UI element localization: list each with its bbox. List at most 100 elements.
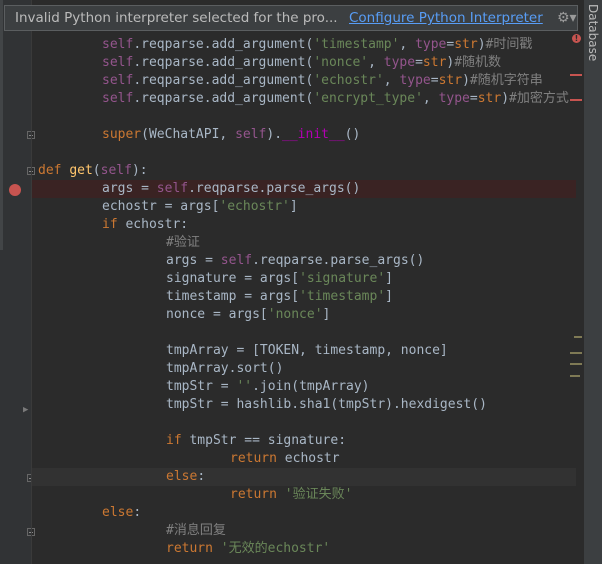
error-mark[interactable] xyxy=(570,99,582,101)
code-token: return xyxy=(166,541,221,556)
code-line[interactable]: tmpStr = ''.join(tmpArray) xyxy=(32,378,576,396)
error-mark[interactable] xyxy=(570,74,582,76)
code-token: type xyxy=(383,55,416,70)
code-token: 'timestamp' xyxy=(299,289,386,304)
interpreter-warning-banner: Invalid Python interpreter selected for … xyxy=(4,5,578,31)
code-token: self xyxy=(156,181,189,196)
code-line[interactable]: self.reqparse.add_argument('encrypt_type… xyxy=(32,90,576,108)
code-line[interactable]: nonce = args['nonce'] xyxy=(32,306,576,324)
code-token: 'nonce' xyxy=(267,307,323,322)
breakpoint-icon[interactable] xyxy=(9,184,21,196)
warning-mark[interactable] xyxy=(570,352,582,354)
code-token: 'echostr' xyxy=(219,199,290,214)
code-token: : xyxy=(197,469,206,484)
code-editor[interactable]: self.reqparse.add_argument('timestamp', … xyxy=(32,0,576,564)
code-line[interactable]: echostr = args['echostr'] xyxy=(32,198,576,216)
code-token: self xyxy=(102,91,134,106)
code-token: 'nonce' xyxy=(313,55,369,70)
code-token: ): xyxy=(131,163,148,178)
code-token: get xyxy=(69,163,93,178)
code-token: return xyxy=(230,451,285,466)
code-token: : xyxy=(133,505,142,520)
code-line[interactable]: signature = args['signature'] xyxy=(32,270,576,288)
code-line[interactable]: return '无效的echostr' xyxy=(32,540,576,558)
editor-window: ▶ self.reqparse.add_argument('timestamp'… xyxy=(0,0,602,564)
code-line[interactable]: #消息回复 xyxy=(32,522,576,540)
code-token: __init__ xyxy=(282,127,345,142)
code-line[interactable]: #验证 xyxy=(32,234,576,252)
banner-message: Invalid Python interpreter selected for … xyxy=(15,10,338,26)
code-line[interactable]: else: xyxy=(32,468,576,486)
code-token: self xyxy=(102,37,134,52)
code-token: = xyxy=(415,55,423,70)
project-panel-edge xyxy=(0,0,3,250)
code-line[interactable] xyxy=(32,144,576,162)
code-token: .reqparse.add_argument( xyxy=(133,91,314,106)
code-line[interactable]: tmpArray = [TOKEN, timestamp, nonce] xyxy=(32,342,576,360)
code-token: else xyxy=(102,505,134,520)
code-token: '无效的echostr' xyxy=(220,541,331,556)
code-token: tmpArray.sort() xyxy=(166,361,284,376)
code-token: echostr xyxy=(284,451,340,466)
code-token: #验证 xyxy=(166,235,200,250)
code-token: if xyxy=(102,217,126,232)
line-gutter[interactable]: ▶ xyxy=(0,0,35,564)
code-line[interactable]: return echostr xyxy=(32,450,576,468)
code-token: = xyxy=(469,91,478,106)
code-token: self xyxy=(102,55,134,70)
code-token: ] xyxy=(289,199,298,214)
expand-arrow-icon[interactable]: ▶ xyxy=(23,405,28,415)
code-token: ) xyxy=(501,91,510,106)
code-line[interactable]: return '验证失败' xyxy=(32,486,576,504)
code-token: else xyxy=(166,469,198,484)
database-tab[interactable]: Database xyxy=(586,4,600,61)
code-line[interactable]: tmpStr = hashlib.sha1(tmpStr).hexdigest(… xyxy=(32,396,576,414)
code-token: ] xyxy=(385,289,393,304)
code-line[interactable]: super(WeChatAPI, self).__init__() xyxy=(32,126,576,144)
code-line[interactable] xyxy=(32,108,576,126)
code-line[interactable] xyxy=(32,414,576,432)
code-token: self xyxy=(102,73,134,88)
code-token: self xyxy=(100,163,132,178)
code-line[interactable]: self.reqparse.add_argument('echostr', ty… xyxy=(32,72,576,90)
code-token: args = xyxy=(166,253,221,268)
code-line[interactable]: self.reqparse.add_argument('nonce', type… xyxy=(32,54,576,72)
warning-mark[interactable] xyxy=(570,375,580,377)
code-token: type xyxy=(399,73,431,88)
code-line[interactable]: self.reqparse.add_argument('timestamp', … xyxy=(32,36,576,54)
code-token: 'encrypt_type' xyxy=(313,91,423,106)
configure-interpreter-link[interactable]: Configure Python Interpreter xyxy=(349,6,543,30)
gear-icon[interactable]: ⚙▾ xyxy=(557,6,577,30)
code-token: str xyxy=(422,55,447,70)
code-token: tmpArray = [TOKEN, timestamp, nonce] xyxy=(166,343,448,358)
code-token: type xyxy=(415,37,447,52)
code-token: , xyxy=(399,37,416,52)
code-line[interactable]: timestamp = args['timestamp'] xyxy=(32,288,576,306)
code-token: nonce = args[ xyxy=(166,307,268,322)
code-line[interactable]: if echostr: xyxy=(32,216,576,234)
code-token: def xyxy=(38,163,70,178)
code-line[interactable]: else: xyxy=(32,504,576,522)
code-token: , xyxy=(422,91,439,106)
code-token: .reqparse.parse_args() xyxy=(252,253,425,268)
code-token: #消息回复 xyxy=(166,523,226,538)
code-line[interactable] xyxy=(32,324,576,342)
code-line[interactable]: tmpArray.sort() xyxy=(32,360,576,378)
code-line[interactable]: args = self.reqparse.parse_args() xyxy=(32,180,576,198)
code-token: ] xyxy=(385,271,393,286)
error-stripe[interactable] xyxy=(566,0,582,564)
code-token: type xyxy=(438,91,470,106)
code-token: #时间戳 xyxy=(485,37,533,52)
error-indicator-icon[interactable]: ! xyxy=(572,34,581,43)
code-token: tmpStr = hashlib.sha1(tmpStr).hexdigest(… xyxy=(166,397,487,412)
code-token: ) xyxy=(462,73,470,88)
warning-mark[interactable] xyxy=(574,336,582,338)
code-line[interactable]: def get(self): xyxy=(32,162,576,180)
code-token: .reqparse.add_argument( xyxy=(133,37,314,52)
code-token: , xyxy=(383,73,400,88)
code-line[interactable]: args = self.reqparse.parse_args() xyxy=(32,252,576,270)
code-line[interactable]: if tmpStr == signature: xyxy=(32,432,576,450)
warning-mark[interactable] xyxy=(570,363,582,365)
code-token: super xyxy=(102,127,142,142)
code-token: signature = args[ xyxy=(166,271,300,286)
